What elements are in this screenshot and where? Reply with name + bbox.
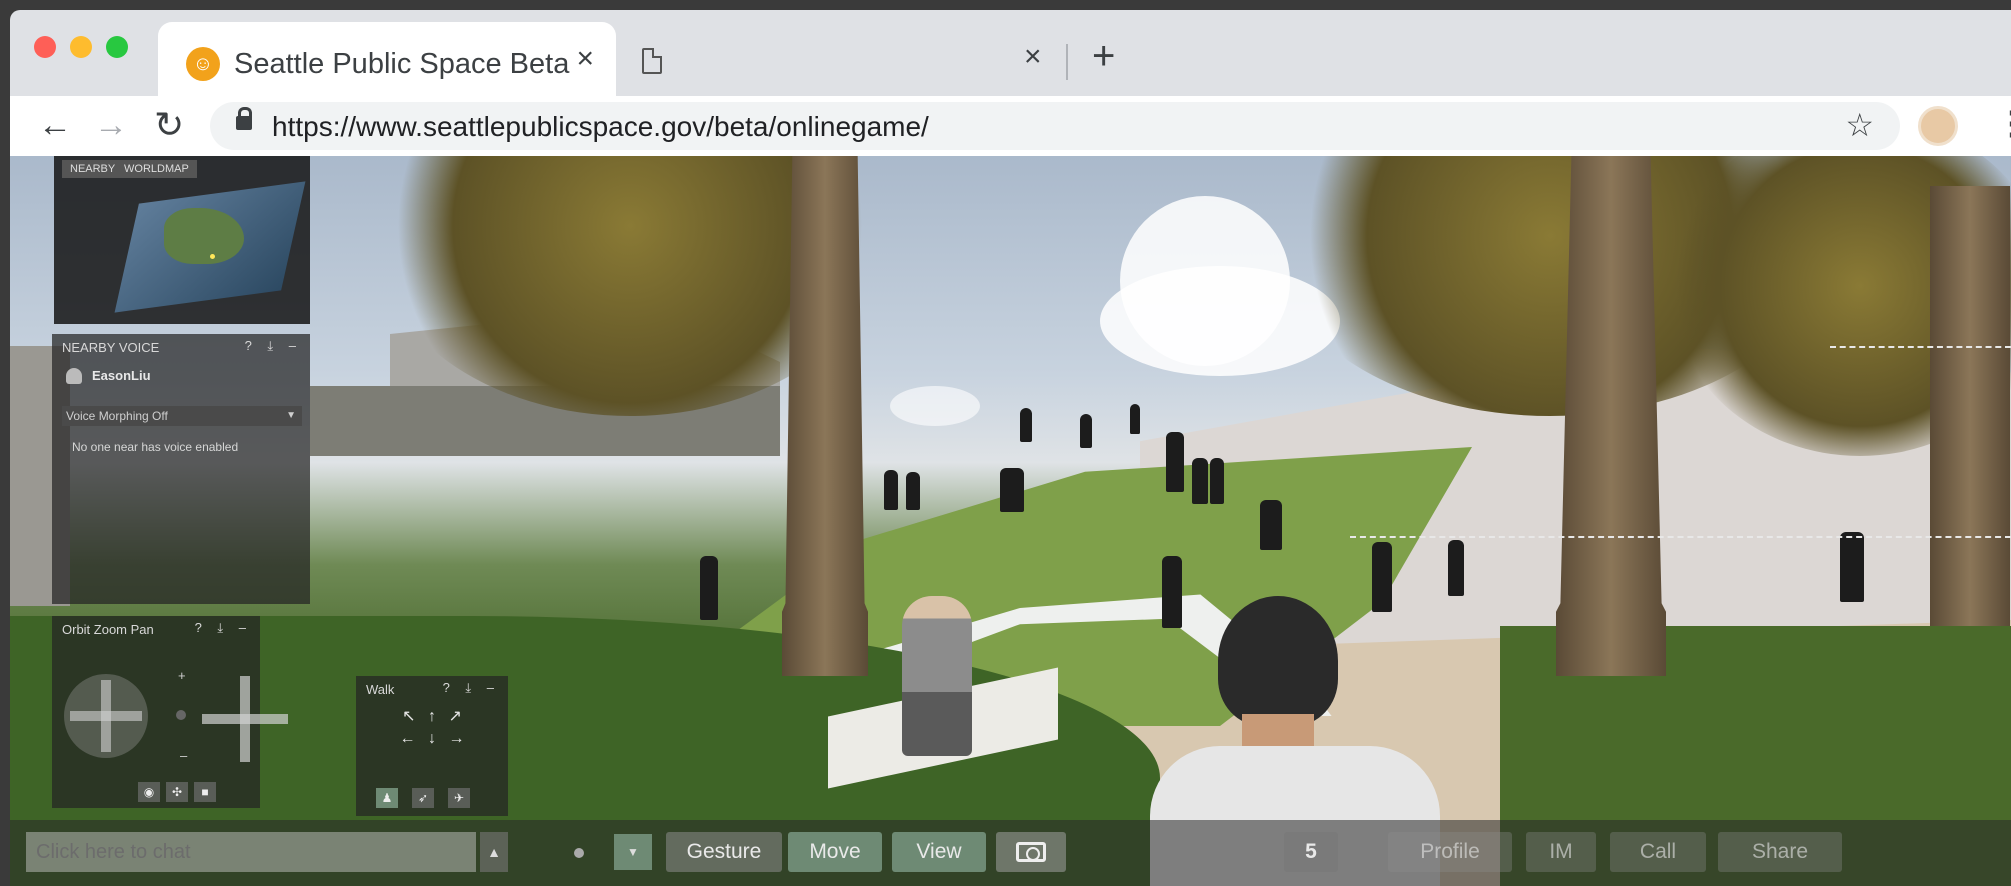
cloud xyxy=(890,386,980,426)
tree-trunk xyxy=(1556,156,1666,676)
pedestrian-silhouette xyxy=(700,556,718,620)
pan-control[interactable] xyxy=(202,676,288,762)
pedestrian-silhouette xyxy=(1840,532,1864,602)
zoom-in-button[interactable]: + xyxy=(178,668,186,683)
reload-button[interactable]: ↻ xyxy=(154,104,184,146)
url-text[interactable]: https://www.seattlepublicspace.gov/beta/… xyxy=(272,111,929,143)
tab-seattle-public-space[interactable]: ☺ Seattle Public Space Beta × xyxy=(158,22,616,96)
favicon-icon: ☺ xyxy=(186,47,220,81)
share-button[interactable]: Share xyxy=(1718,832,1842,872)
pedestrian-silhouette xyxy=(1448,540,1464,596)
pedestrian-silhouette xyxy=(1130,404,1140,434)
panel-title: Orbit Zoom Pan xyxy=(62,622,154,637)
pedestrian-silhouette xyxy=(1166,432,1184,492)
forward-button[interactable]: → xyxy=(94,106,128,145)
browser-window-chrome: ☺ Seattle Public Space Beta × × + ← → ↻ … xyxy=(10,10,2011,156)
tab-title: Seattle Public Space Beta xyxy=(234,48,570,80)
nearby-voice-panel: NEARBY VOICE ? ⤓ – EasonLiu Voice Morphi… xyxy=(52,334,310,604)
fly-mode-icon[interactable]: ✈ xyxy=(448,788,470,808)
avatar-head xyxy=(1218,596,1338,726)
eye-icon[interactable]: ◉ xyxy=(138,782,160,802)
minimize-window-button[interactable] xyxy=(70,36,92,58)
pedestrian-silhouette xyxy=(884,470,898,510)
walk-panel: Walk ? ⤓ – ↖ ↑ ↗ ← ↓ → ♟ ➶ ✈ xyxy=(356,676,508,816)
document-icon xyxy=(642,48,662,74)
panel-controls[interactable]: ? ⤓ – xyxy=(443,680,500,696)
orbit-zoom-pan-panel: Orbit Zoom Pan ? ⤓ – + – ◉ ✣ ■ xyxy=(52,616,288,808)
zoom-slider-handle[interactable] xyxy=(176,710,186,720)
tab-worldmap[interactable]: WORLDMAP xyxy=(116,160,197,178)
bookmark-star-icon[interactable]: ☆ xyxy=(1845,106,1874,144)
user-icon xyxy=(66,368,82,384)
speak-indicator xyxy=(574,848,584,858)
pedestrian-silhouette xyxy=(1192,458,1208,504)
walk-mode-icon[interactable]: ♟ xyxy=(376,788,398,808)
tab-separator xyxy=(1066,44,1068,80)
close-window-button[interactable] xyxy=(34,36,56,58)
view-button[interactable]: View xyxy=(892,832,986,872)
new-tab-button[interactable]: + xyxy=(1092,34,1115,79)
game-viewport[interactable]: NEARBY WORLDMAP NEARBY VOICE ? ⤓ – Eason… xyxy=(10,156,2011,886)
tab-close-icon[interactable]: × xyxy=(576,42,594,76)
minimap-panel[interactable]: NEARBY WORLDMAP xyxy=(54,156,310,324)
orbit-cross-icon xyxy=(64,674,148,758)
tab2-close-icon[interactable]: × xyxy=(1024,40,1042,74)
pedestrian-silhouette xyxy=(1000,468,1024,512)
call-button[interactable]: Call xyxy=(1610,832,1706,872)
chat-input[interactable] xyxy=(26,832,476,872)
voice-morphing-select[interactable]: Voice Morphing Off ▼ xyxy=(62,406,302,426)
maximize-window-button[interactable] xyxy=(106,36,128,58)
people-count-button[interactable]: 5 xyxy=(1284,832,1338,872)
panel-controls[interactable]: ? ⤓ – xyxy=(195,620,252,636)
voice-morphing-value: Voice Morphing Off xyxy=(66,409,168,423)
voice-user-name[interactable]: EasonLiu xyxy=(92,368,151,383)
zoom-out-button[interactable]: – xyxy=(180,748,187,763)
snapshot-button[interactable] xyxy=(996,832,1066,872)
browser-toolbar: ← → ↻ https://www.seattlepublicspace.gov… xyxy=(10,96,2011,156)
tree-trunk xyxy=(782,156,868,676)
pedestrian-silhouette xyxy=(906,472,920,510)
chat-history-button[interactable]: ▲ xyxy=(480,832,508,872)
game-bottom-bar: ▲ ▼ Gesture Move View 5 Profile IM Call … xyxy=(10,820,2011,886)
pedestrian-silhouette xyxy=(1080,414,1092,448)
address-bar[interactable]: https://www.seattlepublicspace.gov/beta/… xyxy=(210,102,1900,150)
lock-icon xyxy=(236,107,252,130)
profile-avatar[interactable] xyxy=(1918,106,1958,146)
player-location-marker xyxy=(210,254,215,259)
voice-status-message: No one near has voice enabled xyxy=(72,440,239,454)
pedestrian-silhouette xyxy=(1260,500,1282,550)
browser-menu-icon[interactable]: ⋮ xyxy=(1996,104,2011,142)
im-button[interactable]: IM xyxy=(1526,832,1596,872)
walk-modes: ♟ ➶ ✈ xyxy=(376,788,486,810)
panel-title: Walk xyxy=(366,682,395,697)
profile-button[interactable]: Profile xyxy=(1388,832,1512,872)
pedestrian-silhouette xyxy=(1020,408,1032,442)
tab-nearby[interactable]: NEARBY xyxy=(62,160,124,178)
move-button[interactable]: Move xyxy=(788,832,882,872)
camera-mode-icon[interactable]: ■ xyxy=(194,782,216,802)
walk-direction-arrows[interactable]: ↖ ↑ ↗ ← ↓ → xyxy=(384,706,484,776)
center-view-icon[interactable]: ✣ xyxy=(166,782,188,802)
camera-icon xyxy=(1016,842,1046,862)
back-button[interactable]: ← xyxy=(38,106,72,145)
panel-controls[interactable]: ? ⤓ – xyxy=(245,338,302,354)
chevron-down-icon: ▼ xyxy=(286,410,296,421)
tree-trunk xyxy=(1930,186,2010,626)
guide-line xyxy=(1350,536,2011,538)
seated-avatar[interactable] xyxy=(902,596,972,756)
gesture-button[interactable]: Gesture xyxy=(666,832,782,872)
run-mode-icon[interactable]: ➶ xyxy=(412,788,434,808)
panel-title: NEARBY VOICE xyxy=(62,340,160,355)
pedestrian-silhouette xyxy=(1210,458,1224,504)
guide-line xyxy=(1830,346,2011,348)
speak-dropdown-button[interactable]: ▼ xyxy=(614,834,652,870)
orbit-joystick[interactable] xyxy=(64,674,148,758)
